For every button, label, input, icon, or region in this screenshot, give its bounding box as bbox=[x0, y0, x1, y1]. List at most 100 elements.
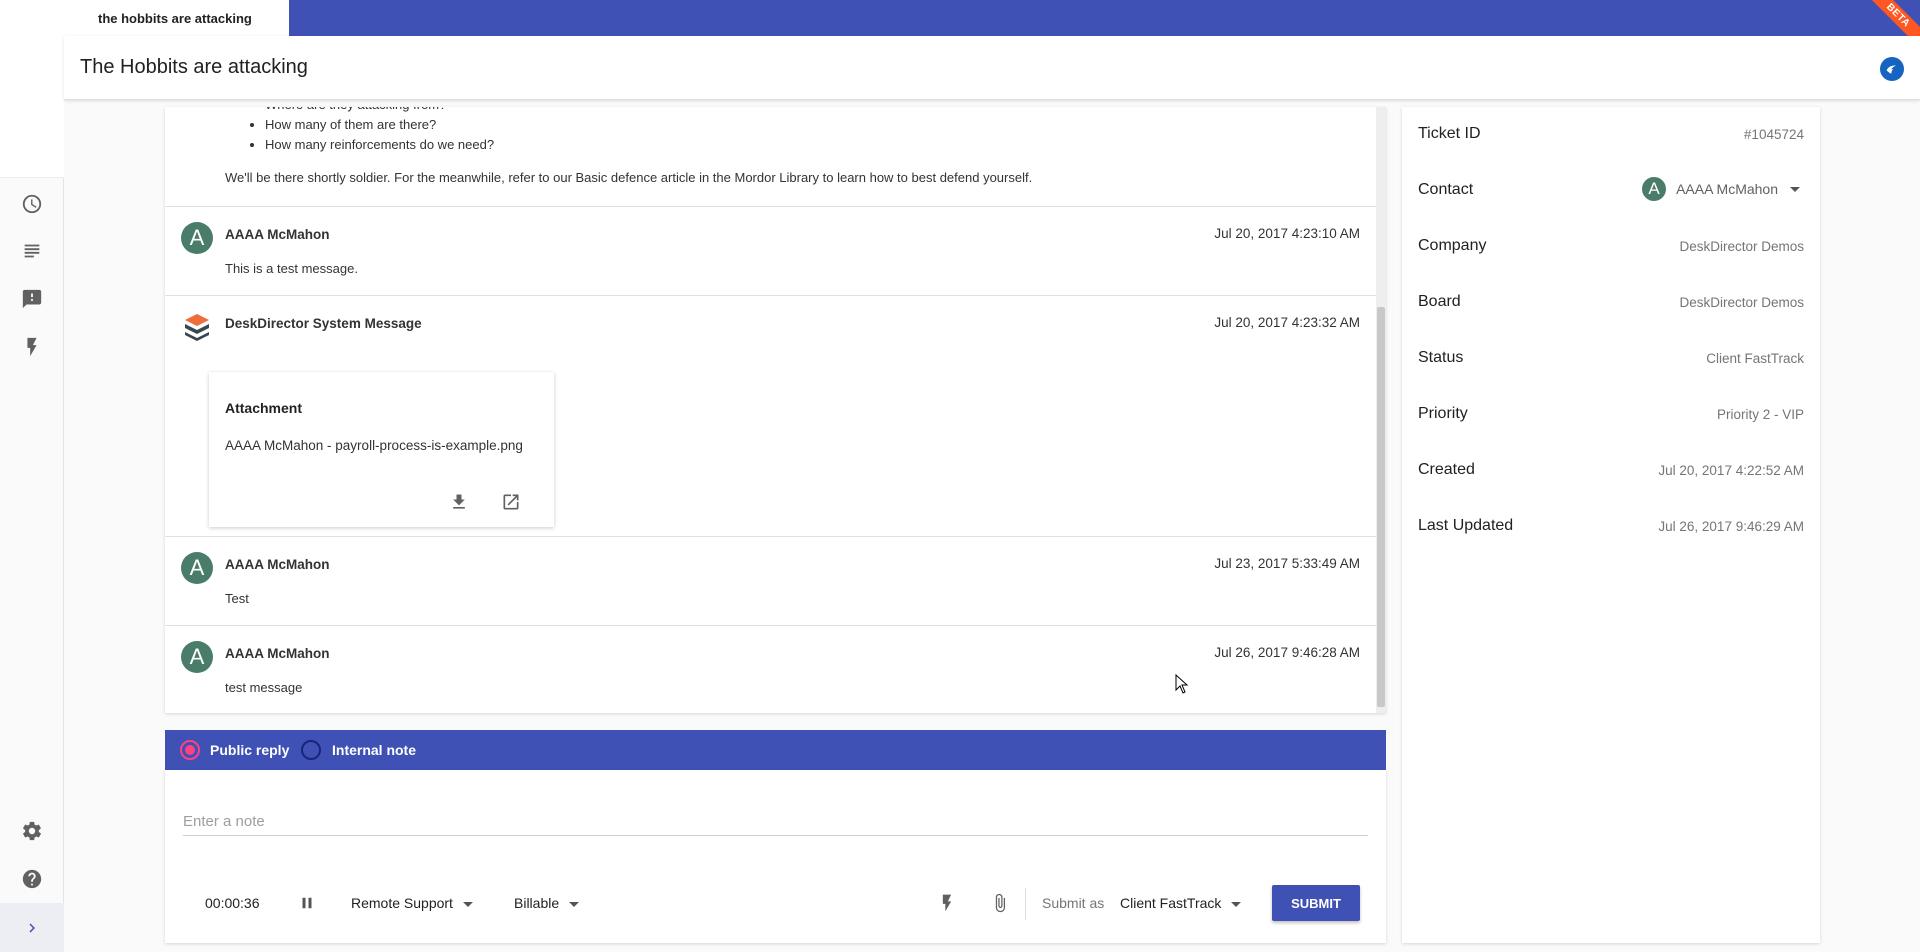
message-time: Jul 20, 2017 4:23:10 AM bbox=[1214, 226, 1360, 241]
scrollbar[interactable] bbox=[1376, 107, 1386, 713]
internal-note-label[interactable]: Internal note bbox=[332, 742, 416, 758]
detail-label: Last Updated bbox=[1418, 517, 1514, 534]
work-type-dropdown[interactable]: Remote Support bbox=[351, 895, 473, 911]
detail-row-last-updated: Last Updated Jul 26, 2017 9:46:29 AM bbox=[1402, 507, 1820, 547]
detail-row-created: Created Jul 20, 2017 4:22:52 AM bbox=[1402, 451, 1820, 491]
message-item: A AAAA McMahon Jul 20, 2017 4:23:10 AM T… bbox=[165, 207, 1376, 296]
chevron-down-icon bbox=[1790, 186, 1800, 192]
expand-rail-button[interactable] bbox=[0, 903, 64, 952]
submit-as-value: Client FastTrack bbox=[1120, 895, 1222, 911]
contact-dropdown[interactable]: A AAAA McMahon bbox=[1642, 174, 1800, 204]
chevron-down-icon bbox=[462, 901, 473, 907]
detail-row-priority: Priority Priority 2 - VIP bbox=[1402, 395, 1820, 435]
ticket-details-panel: Ticket ID #1045724 Contact A AAAA McMaho… bbox=[1402, 107, 1820, 943]
open-external-icon[interactable] bbox=[499, 490, 523, 514]
pause-icon bbox=[302, 897, 312, 909]
message-time: Jul 26, 2017 9:46:28 AM bbox=[1214, 645, 1360, 660]
attachment-card: Attachment AAAA McMahon - payroll-proces… bbox=[209, 372, 554, 527]
deskdirector-logo-icon bbox=[185, 314, 209, 341]
brand-logo-icon[interactable] bbox=[1880, 57, 1904, 81]
list-item: Where are they attacking from? bbox=[265, 107, 494, 115]
detail-label: Created bbox=[1418, 461, 1475, 478]
detail-label: Status bbox=[1418, 349, 1464, 366]
message-item: DeskDirector System Message Jul 20, 2017… bbox=[165, 296, 1376, 537]
download-icon[interactable] bbox=[447, 490, 471, 514]
list-item: How many of them are there? bbox=[265, 115, 494, 135]
avatar: A bbox=[181, 552, 213, 584]
detail-value: DeskDirector Demos bbox=[1679, 239, 1804, 254]
submit-button[interactable]: SUBMIT bbox=[1272, 885, 1360, 921]
intro-closing: We'll be there shortly soldier. For the … bbox=[225, 170, 1033, 185]
detail-row-contact: Contact A AAAA McMahon bbox=[1402, 171, 1820, 211]
message-time: Jul 20, 2017 4:23:32 AM bbox=[1214, 315, 1360, 330]
billing-value: Billable bbox=[514, 895, 560, 911]
scrollbar-thumb[interactable] bbox=[1377, 307, 1385, 707]
attachment-filename: AAAA McMahon - payroll-process-is-exampl… bbox=[225, 438, 523, 453]
detail-value: Jul 26, 2017 9:46:29 AM bbox=[1658, 519, 1804, 534]
avatar: A bbox=[1642, 177, 1667, 201]
detail-value: #1045724 bbox=[1743, 127, 1804, 142]
internal-note-radio[interactable] bbox=[301, 740, 321, 760]
chevron-down-icon bbox=[1231, 901, 1242, 907]
message-body: This is a test message. bbox=[225, 261, 358, 276]
message-author: AAAA McMahon bbox=[225, 227, 330, 242]
message-item: A AAAA McMahon Jul 23, 2017 5:33:49 AM T… bbox=[165, 537, 1376, 626]
submit-as-label: Submit as bbox=[1042, 895, 1105, 911]
message-body: Test bbox=[225, 591, 249, 606]
list-icon[interactable] bbox=[16, 235, 48, 267]
note-input[interactable] bbox=[183, 808, 1368, 836]
avatar: A bbox=[181, 641, 213, 673]
detail-row-company: Company DeskDirector Demos bbox=[1402, 227, 1820, 267]
page-title: The Hobbits are attacking bbox=[80, 56, 308, 78]
time-tracker: 00:00:36 bbox=[205, 895, 260, 911]
attachment-title: Attachment bbox=[225, 400, 303, 416]
detail-row-board: Board DeskDirector Demos bbox=[1402, 283, 1820, 323]
detail-label: Contact bbox=[1418, 181, 1474, 198]
rail-header bbox=[0, 0, 64, 178]
left-rail bbox=[0, 0, 64, 952]
pause-button[interactable] bbox=[296, 892, 318, 914]
flash-icon[interactable] bbox=[934, 890, 960, 916]
detail-row-ticket-id: Ticket ID #1045724 bbox=[1402, 115, 1820, 155]
message-author: AAAA McMahon bbox=[225, 557, 330, 572]
help-icon[interactable] bbox=[16, 863, 48, 895]
tab-ticket[interactable]: the hobbits are attacking bbox=[64, 0, 289, 36]
message-author: DeskDirector System Message bbox=[225, 316, 422, 331]
settings-icon[interactable] bbox=[16, 815, 48, 847]
mouse-cursor-icon bbox=[1175, 674, 1189, 694]
chevron-right-icon bbox=[29, 923, 35, 932]
detail-value: Client FastTrack bbox=[1706, 351, 1804, 366]
submit-as-dropdown[interactable]: Client FastTrack bbox=[1120, 895, 1242, 911]
detail-value: Priority 2 - VIP bbox=[1716, 407, 1804, 422]
flash-icon[interactable] bbox=[16, 331, 48, 363]
title-bar: The Hobbits are attacking bbox=[64, 36, 1920, 100]
public-reply-radio[interactable] bbox=[180, 740, 200, 760]
detail-label: Ticket ID bbox=[1418, 125, 1481, 142]
detail-label: Company bbox=[1418, 237, 1487, 254]
toolbar-divider bbox=[1025, 888, 1026, 920]
list-item: How many reinforcements do we need? bbox=[265, 135, 494, 155]
detail-value: Jul 20, 2017 4:22:52 AM bbox=[1658, 463, 1804, 478]
work-type-value: Remote Support bbox=[351, 895, 453, 911]
billing-dropdown[interactable]: Billable bbox=[514, 895, 580, 911]
reply-composer: 00:00:36 Remote Support Billable Submit … bbox=[165, 770, 1386, 943]
message-item: A AAAA McMahon Jul 26, 2017 9:46:28 AM t… bbox=[165, 626, 1376, 713]
detail-value: DeskDirector Demos bbox=[1679, 295, 1804, 310]
history-icon[interactable] bbox=[16, 188, 48, 220]
top-bar: the hobbits are attacking BETA bbox=[64, 0, 1920, 36]
avatar: A bbox=[181, 222, 213, 254]
beta-ribbon: BETA bbox=[1858, 0, 1920, 36]
public-reply-label[interactable]: Public reply bbox=[210, 742, 289, 758]
feedback-icon[interactable] bbox=[16, 283, 48, 315]
detail-label: Board bbox=[1418, 293, 1461, 310]
chevron-down-icon bbox=[569, 901, 580, 907]
message-author: AAAA McMahon bbox=[225, 646, 330, 661]
conversation-panel: Where are they attacking from? How many … bbox=[165, 107, 1386, 713]
attach-file-icon[interactable] bbox=[987, 890, 1013, 916]
message-time: Jul 23, 2017 5:33:49 AM bbox=[1214, 556, 1360, 571]
reply-type-bar: Public reply Internal note bbox=[165, 730, 1386, 770]
contact-name: AAAA McMahon bbox=[1676, 181, 1778, 197]
message-body: test message bbox=[225, 680, 303, 695]
detail-label: Priority bbox=[1418, 405, 1468, 422]
detail-row-status: Status Client FastTrack bbox=[1402, 339, 1820, 379]
